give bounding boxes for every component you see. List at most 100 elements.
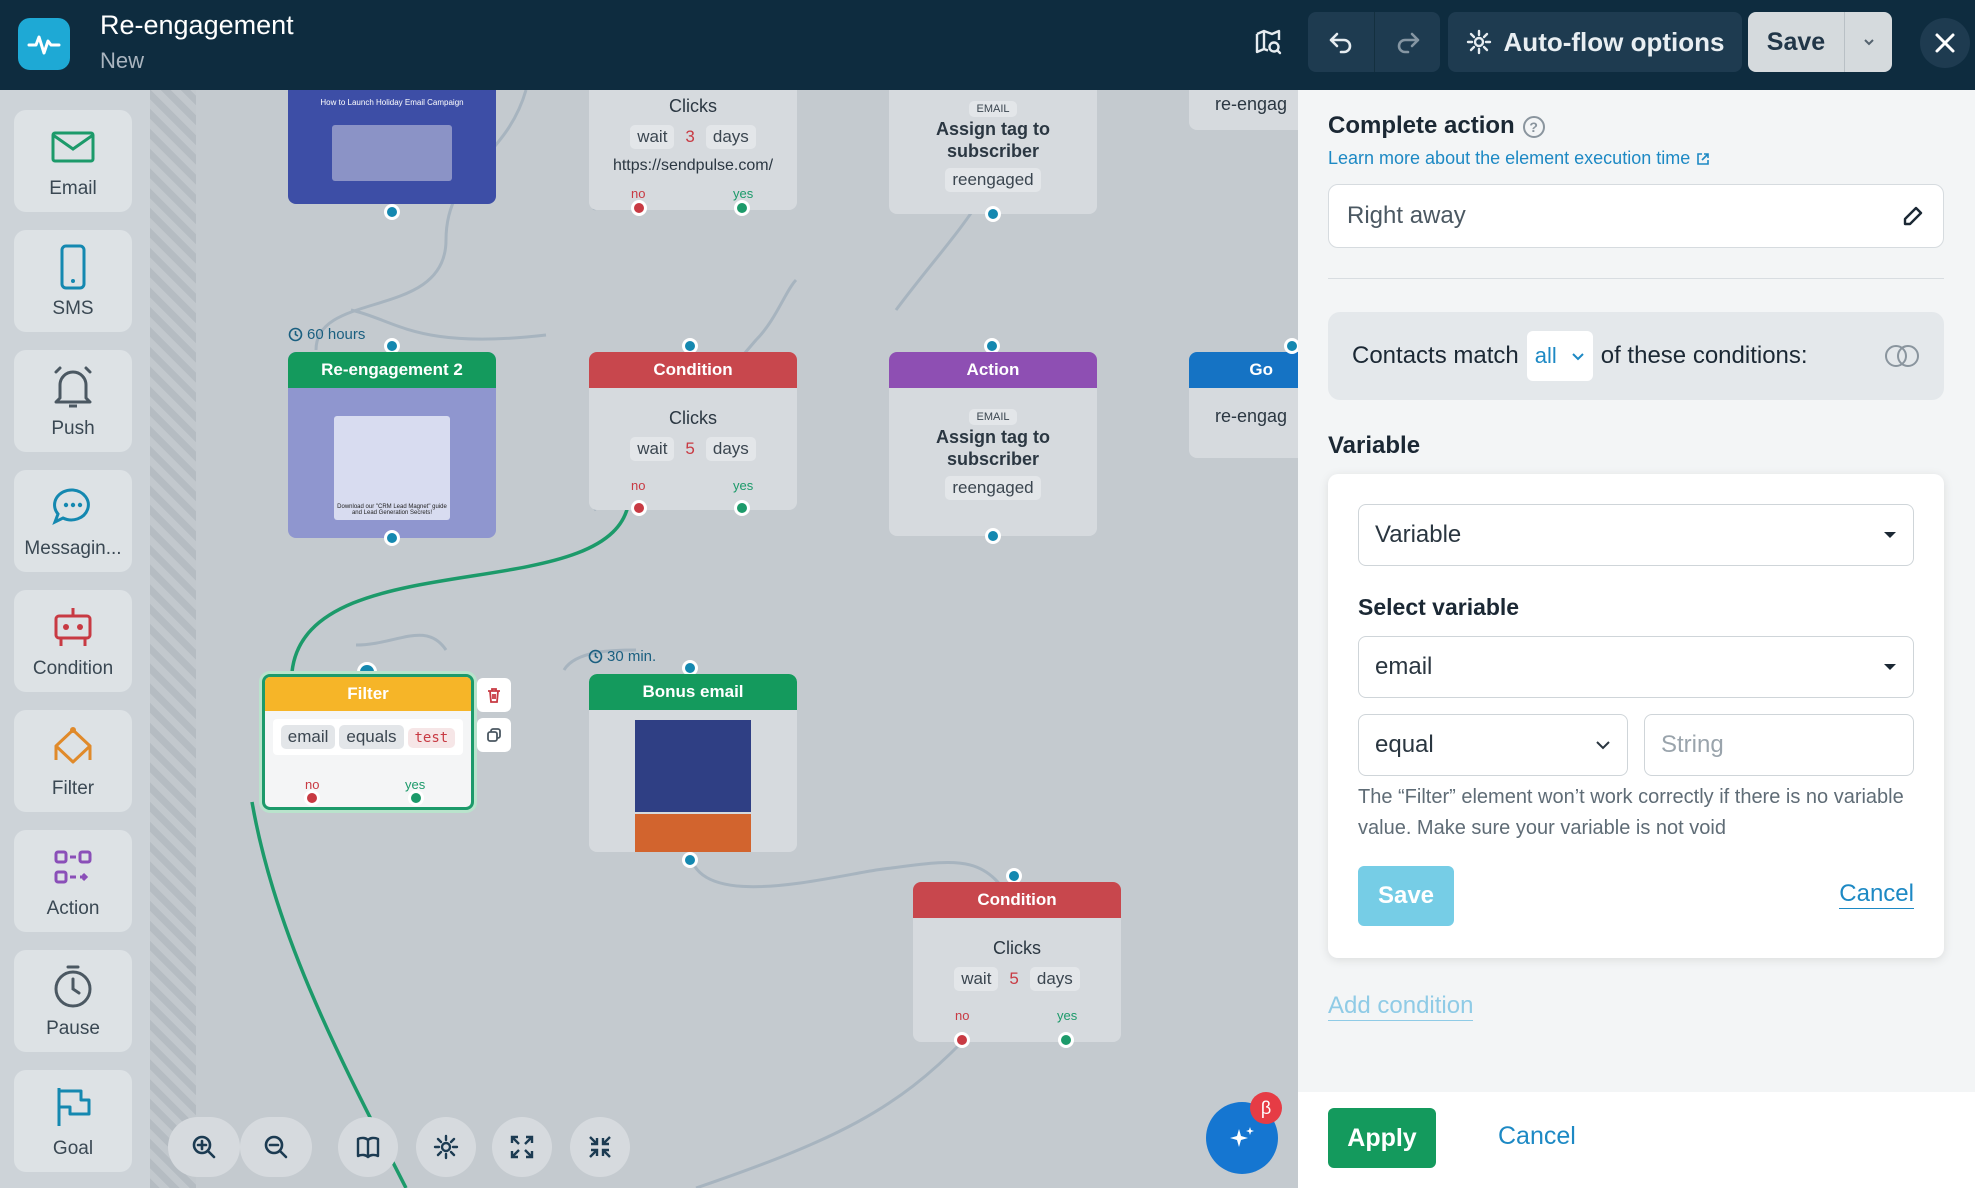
- connector-dot[interactable]: [682, 852, 698, 868]
- map-button[interactable]: [1236, 12, 1300, 72]
- connector-dot[interactable]: [985, 206, 1001, 222]
- filter-settings-panel: Complete action? Learn more about the el…: [1298, 90, 1975, 1188]
- toolbox-email[interactable]: Email: [14, 110, 132, 212]
- flag-icon: [57, 1088, 91, 1126]
- cancel-button[interactable]: Cancel: [1498, 1122, 1576, 1151]
- add-condition-link[interactable]: Add condition: [1328, 992, 1474, 1021]
- toolbox-condition-label: Condition: [32, 658, 114, 679]
- email-node-top[interactable]: How to Launch Holiday Email Campaign: [288, 90, 496, 204]
- toolbox-email-label: Email: [49, 178, 97, 199]
- gear-icon: [433, 1134, 459, 1160]
- close-button[interactable]: [1920, 18, 1970, 68]
- toggle-circles-icon[interactable]: [1882, 343, 1922, 369]
- filter-warning-note: The “Filter” element won’t work correctl…: [1358, 786, 1904, 839]
- match-mode-select[interactable]: all: [1526, 331, 1593, 381]
- toolbox-action-label: Action: [46, 898, 100, 919]
- duplicate-node-button[interactable]: [477, 718, 511, 752]
- expand-button[interactable]: [492, 1117, 552, 1177]
- connector-dot[interactable]: [384, 204, 400, 220]
- guide-button[interactable]: [338, 1117, 398, 1177]
- connection-lines: [250, 90, 1038, 1188]
- clock-icon: [54, 965, 92, 1008]
- action-node-top[interactable]: EMAIL Assign tag to subscriber reengaged: [889, 90, 1097, 214]
- condition-node-2[interactable]: Condition Clicks wait 5 days no yes: [913, 882, 1121, 1042]
- toolbox-push[interactable]: Push: [14, 350, 132, 452]
- toolbox-action[interactable]: Action: [14, 830, 132, 932]
- trash-icon: [488, 688, 500, 703]
- help-icon[interactable]: ?: [1522, 115, 1545, 138]
- variable-select[interactable]: email: [1358, 636, 1914, 698]
- clock-icon: [288, 327, 303, 342]
- save-options-dropdown[interactable]: [1844, 12, 1892, 72]
- auto-flow-options-button[interactable]: Auto-flow options: [1448, 12, 1742, 72]
- connector-dot[interactable]: [384, 530, 400, 546]
- chevron-down-icon: [1596, 741, 1610, 750]
- redo-button[interactable]: [1374, 12, 1440, 72]
- canvas-settings-button[interactable]: [416, 1117, 476, 1177]
- email-node-reengagement-2[interactable]: Re-engagement 2 Download our "CRM Lead M…: [288, 352, 496, 538]
- condition-label: Clicks: [669, 96, 717, 116]
- condition-node-1[interactable]: Condition Clicks wait 5 days no yes: [589, 352, 797, 510]
- operator-select[interactable]: equal: [1358, 714, 1628, 776]
- goal-node-top[interactable]: re-engag: [1189, 90, 1298, 130]
- bell-icon: [54, 366, 92, 408]
- flow-title[interactable]: Re-engagement: [100, 10, 294, 41]
- sparkle-icon: [1230, 1127, 1254, 1147]
- no-connector-dot[interactable]: [631, 200, 647, 216]
- zoom-out-icon: [264, 1135, 288, 1159]
- condition-node-top[interactable]: Clicks wait 3 days https://sendpulse.com/ …: [589, 90, 797, 210]
- cancel-condition-link[interactable]: Cancel: [1839, 880, 1914, 909]
- learn-more-link[interactable]: Learn more about the element execution t…: [1328, 148, 1710, 169]
- book-icon: [356, 1136, 380, 1159]
- app-logo-icon[interactable]: [18, 18, 70, 70]
- zoom-out-button[interactable]: [240, 1117, 312, 1177]
- toolbox-filter[interactable]: Filter: [14, 710, 132, 812]
- connector-dot[interactable]: [985, 528, 1001, 544]
- yes-connector-dot[interactable]: [408, 790, 424, 806]
- delay-label: 60 hours: [288, 326, 365, 343]
- apply-button[interactable]: Apply: [1328, 1108, 1436, 1168]
- toolbox-messaging[interactable]: Messagin...: [14, 470, 132, 572]
- toolbox-pause-label: Pause: [46, 1018, 100, 1039]
- node-title: Condition: [589, 352, 797, 388]
- action-node-1[interactable]: Action EMAIL Assign tag to subscriber re…: [889, 352, 1097, 536]
- toolbox-pause[interactable]: Pause: [14, 950, 132, 1052]
- condition-icon: [54, 608, 92, 646]
- filter-node[interactable]: Filter email equals test no yes: [262, 674, 474, 810]
- save-condition-button[interactable]: Save: [1358, 866, 1454, 926]
- variable-heading: Variable: [1328, 432, 1421, 459]
- email-node-bonus[interactable]: Bonus email: [589, 674, 797, 852]
- top-bar: Re-engagement New Auto-flow options Save: [0, 0, 1975, 90]
- complete-action-heading: Complete action?: [1328, 112, 1545, 140]
- caret-down-icon: [1884, 664, 1896, 670]
- no-connector-dot[interactable]: [954, 1032, 970, 1048]
- yes-connector-dot[interactable]: [1058, 1032, 1074, 1048]
- goal-node-1[interactable]: Go re-engag: [1189, 352, 1298, 458]
- connector-dot[interactable]: [1284, 338, 1298, 354]
- yes-connector-dot[interactable]: [734, 200, 750, 216]
- phone-icon: [60, 244, 86, 290]
- condition-type-select[interactable]: Variable: [1358, 504, 1914, 566]
- undo-button[interactable]: [1308, 12, 1374, 72]
- flow-canvas[interactable]: How to Launch Holiday Email Campaign Cli…: [196, 90, 1298, 1188]
- no-connector-dot[interactable]: [304, 790, 320, 806]
- collapse-button[interactable]: [570, 1117, 630, 1177]
- yes-connector-dot[interactable]: [734, 500, 750, 516]
- undo-icon: [1329, 32, 1352, 54]
- chevron-down-icon: [1863, 39, 1874, 46]
- save-button[interactable]: Save: [1748, 12, 1844, 72]
- value-input[interactable]: String: [1644, 714, 1914, 776]
- toolbox-condition[interactable]: Condition: [14, 590, 132, 692]
- toolbox-goal-label: Goal: [52, 1138, 94, 1159]
- no-connector-dot[interactable]: [631, 500, 647, 516]
- toolbox-goal[interactable]: Goal: [14, 1070, 132, 1172]
- zoom-in-button[interactable]: [168, 1117, 240, 1177]
- flow-status: New: [100, 48, 145, 73]
- execution-time-field[interactable]: Right away: [1328, 184, 1944, 248]
- node-title: Re-engagement 2: [288, 352, 496, 388]
- node-title: Filter: [265, 677, 471, 711]
- toolbox-sms[interactable]: SMS: [14, 230, 132, 332]
- delete-node-button[interactable]: [477, 678, 511, 712]
- expand-icon: [510, 1135, 534, 1159]
- canvas-edge: [150, 90, 196, 1188]
